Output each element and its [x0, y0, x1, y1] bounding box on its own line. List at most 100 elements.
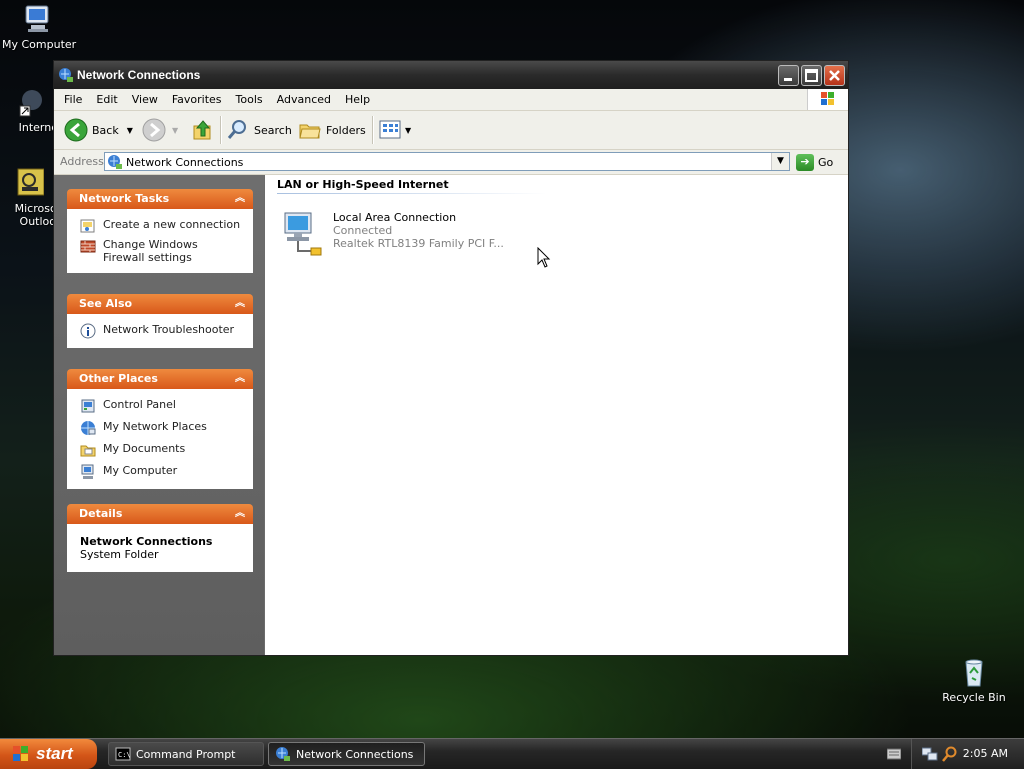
keyboard-icon[interactable]: [886, 748, 902, 763]
desktop-icon-label: Microsc Outloo: [14, 202, 56, 228]
menu-file[interactable]: File: [57, 89, 89, 110]
search-tray-icon[interactable]: [942, 746, 958, 765]
local-area-connection-item[interactable]: Local Area Connection Connected Realtek …: [281, 211, 504, 257]
menu-favorites[interactable]: Favorites: [165, 89, 229, 110]
menu-advanced[interactable]: Advanced: [270, 89, 338, 110]
mouse-pointer-icon: [537, 246, 551, 272]
firewall-icon: [80, 240, 96, 253]
go-label: Go: [818, 155, 834, 169]
chevron-down-icon[interactable]: ▼: [172, 126, 178, 135]
taskbar: start C:\ Command Prompt Network Connect…: [0, 738, 1024, 769]
task-label: Network Troubleshooter: [103, 323, 235, 336]
task-change-windows-firewall[interactable]: Change Windows Firewall settings: [68, 236, 252, 266]
details-panel: Details ︽ Network Connections System Fol…: [67, 504, 253, 572]
back-label: Back: [92, 123, 119, 137]
panel-title: Other Places: [79, 372, 158, 385]
other-places-panel: Other Places ︽ Control Panel My Network …: [67, 369, 253, 489]
folders-icon: [299, 124, 321, 139]
start-label: start: [36, 744, 73, 763]
task-network-troubleshooter[interactable]: Network Troubleshooter: [68, 321, 252, 341]
taskbar-button-command-prompt[interactable]: C:\ Command Prompt: [108, 742, 264, 766]
see-also-panel: See Also ︽ Network Troubleshooter: [67, 294, 253, 348]
task-create-new-connection[interactable]: Create a new connection: [68, 216, 252, 236]
search-button[interactable]: Search: [226, 118, 292, 142]
menu-bar: File Edit View Favorites Tools Advanced Help: [54, 89, 848, 111]
menu-help[interactable]: Help: [338, 89, 377, 110]
my-documents-icon: [80, 445, 96, 457]
task-label: Create a new connection: [103, 218, 241, 231]
views-button[interactable]: ▼: [379, 118, 411, 142]
system-tray: 2:05 AM: [911, 739, 1024, 769]
search-label: Search: [254, 123, 292, 137]
network-tray-icon[interactable]: [921, 746, 938, 765]
lan-connection-icon: [284, 212, 322, 256]
svg-text:C:\: C:\: [118, 751, 131, 759]
taskbar-button-network-connections[interactable]: Network Connections: [268, 742, 425, 766]
address-bar: Address Network Connections ▼ ➔ Go: [54, 150, 848, 175]
place-control-panel[interactable]: Control Panel: [68, 396, 252, 418]
place-label: Control Panel: [103, 398, 176, 411]
folders-button[interactable]: Folders: [298, 118, 366, 142]
details-header[interactable]: Details ︽: [67, 504, 253, 524]
go-arrow-icon: ➔: [796, 153, 814, 171]
taskbar-button-label: Command Prompt: [136, 747, 236, 761]
forward-button[interactable]: ▼: [142, 118, 178, 142]
menu-edit[interactable]: Edit: [89, 89, 124, 110]
back-arrow-icon: [64, 118, 88, 142]
place-my-network-places[interactable]: My Network Places: [68, 418, 252, 440]
recycle-bin-icon: [958, 656, 990, 688]
windows-logo-icon: [807, 89, 848, 110]
internet-shortcut-icon: [14, 86, 46, 118]
address-field[interactable]: Network Connections ▼: [104, 152, 790, 171]
computer-icon: [81, 464, 94, 479]
chevron-down-icon[interactable]: ▼: [405, 126, 411, 135]
collapse-chevron-icon[interactable]: ︽: [235, 504, 245, 524]
other-places-header[interactable]: Other Places ︽: [67, 369, 253, 389]
desktop-icon-recycle-bin[interactable]: Recycle Bin: [938, 656, 1010, 704]
toolbar-separator: [372, 116, 374, 144]
menu-view[interactable]: View: [125, 89, 165, 110]
computer-icon: [22, 3, 54, 35]
see-also-header[interactable]: See Also ︽: [67, 294, 253, 314]
network-connections-icon: [107, 154, 123, 170]
address-dropdown-button[interactable]: ▼: [771, 153, 789, 170]
desktop-icon-internet[interactable]: Interne: [0, 86, 60, 134]
start-button[interactable]: start: [0, 739, 97, 769]
place-label: My Network Places: [103, 420, 207, 433]
go-button[interactable]: ➔ Go: [796, 153, 833, 171]
desktop-icon-label: Interne: [18, 121, 58, 134]
address-label: Address: [60, 155, 104, 168]
close-button[interactable]: [824, 65, 845, 86]
details-type: System Folder: [80, 548, 159, 561]
network-connections-window[interactable]: Network Connections File Edit View Favorite…: [53, 60, 849, 656]
content-area[interactable]: LAN or High-Speed Internet Local Area Co…: [265, 175, 848, 655]
clock[interactable]: 2:05 AM: [963, 747, 1008, 760]
menu-tools[interactable]: Tools: [229, 89, 270, 110]
minimize-button[interactable]: [778, 65, 799, 86]
taskbar-button-label: Network Connections: [296, 747, 414, 761]
windows-logo-icon: [13, 746, 28, 761]
collapse-chevron-icon[interactable]: ︽: [235, 294, 245, 314]
collapse-chevron-icon[interactable]: ︽: [235, 189, 245, 209]
network-tasks-header[interactable]: Network Tasks ︽: [67, 189, 253, 209]
back-button[interactable]: Back ▼: [64, 118, 133, 142]
info-icon: [80, 323, 96, 339]
task-pane: Network Tasks ︽ Create a new connection …: [54, 175, 264, 655]
chevron-down-icon[interactable]: ▼: [127, 126, 133, 135]
place-label: My Computer: [103, 464, 178, 477]
collapse-chevron-icon[interactable]: ︽: [235, 369, 245, 389]
up-folder-button[interactable]: [191, 118, 215, 142]
desktop-icon-my-computer[interactable]: My Computer: [2, 3, 76, 51]
place-my-computer[interactable]: My Computer: [68, 462, 252, 482]
connection-device: Realtek RTL8139 Family PCI F...: [333, 237, 504, 250]
desktop-icon-outlook[interactable]: Microsc Outloo: [0, 167, 56, 228]
place-my-documents[interactable]: My Documents: [68, 440, 252, 462]
toolbar-separator: [220, 116, 222, 144]
network-connections-icon: [276, 747, 290, 761]
title-bar[interactable]: Network Connections: [54, 61, 848, 90]
outlook-icon: [12, 167, 45, 199]
group-divider: [277, 193, 547, 194]
window-title: Network Connections: [77, 68, 201, 82]
network-places-icon: [81, 421, 96, 435]
maximize-button[interactable]: [801, 65, 822, 86]
